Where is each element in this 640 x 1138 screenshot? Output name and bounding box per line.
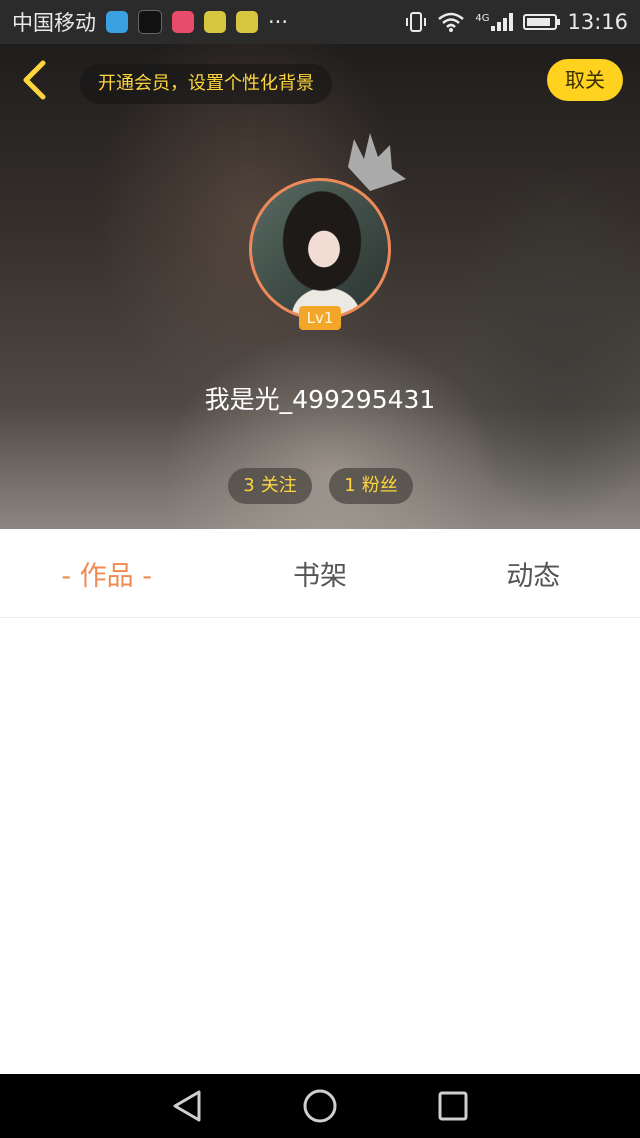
followers-count: 1: [344, 475, 356, 496]
square-recents-icon: [438, 1091, 468, 1121]
maps-app-icon: [106, 11, 128, 33]
tab-activity[interactable]: 动态: [427, 529, 640, 617]
youku-app-icon: [172, 11, 194, 33]
clock: 13:16: [567, 10, 628, 34]
carrier-label: 中国移动: [12, 11, 96, 35]
followers-count-button[interactable]: 1 粉丝: [329, 468, 413, 504]
profile-header: 开通会员，设置个性化背景 取关 Lv1 我是光_499295431 3 关注 1…: [0, 44, 640, 529]
network-type-label: 4G: [475, 13, 490, 24]
level-badge: Lv1: [299, 306, 341, 330]
profile-tabs: - 作品 - 书架 动态: [0, 529, 640, 618]
avatar[interactable]: [249, 178, 391, 320]
status-bar: 中国移动 ··· 4G 13:16: [0, 0, 640, 44]
following-count: 3: [243, 475, 255, 496]
more-notifications-icon: ···: [268, 10, 289, 34]
following-label: 关注: [260, 475, 297, 496]
reader-app-icon: [204, 11, 226, 33]
following-count-button[interactable]: 3 关注: [228, 468, 312, 504]
system-nav-bar: [0, 1074, 640, 1138]
tiktok-app-icon: [138, 10, 162, 34]
nav-recents-button[interactable]: [433, 1086, 473, 1126]
username: 我是光_499295431: [204, 385, 436, 414]
nav-home-button[interactable]: [300, 1086, 340, 1126]
tab-bookshelf[interactable]: 书架: [213, 529, 426, 617]
followers-label: 粉丝: [361, 475, 398, 496]
vibrate-icon: [406, 12, 427, 32]
tab-works[interactable]: - 作品 -: [0, 529, 213, 617]
circle-home-icon: [303, 1089, 337, 1123]
vip-background-banner[interactable]: 开通会员，设置个性化背景: [80, 64, 332, 104]
tab-content-area: [0, 618, 640, 1074]
unfollow-button[interactable]: 取关: [547, 59, 623, 101]
chevron-left-icon: [23, 60, 46, 100]
reader-app-icon-2: [236, 11, 258, 33]
back-button[interactable]: [14, 58, 54, 102]
wifi-icon: [438, 12, 465, 32]
triangle-back-icon: [173, 1090, 201, 1122]
signal-icon: [491, 13, 514, 31]
battery-icon: [523, 14, 561, 30]
nav-back-button[interactable]: [167, 1086, 207, 1126]
